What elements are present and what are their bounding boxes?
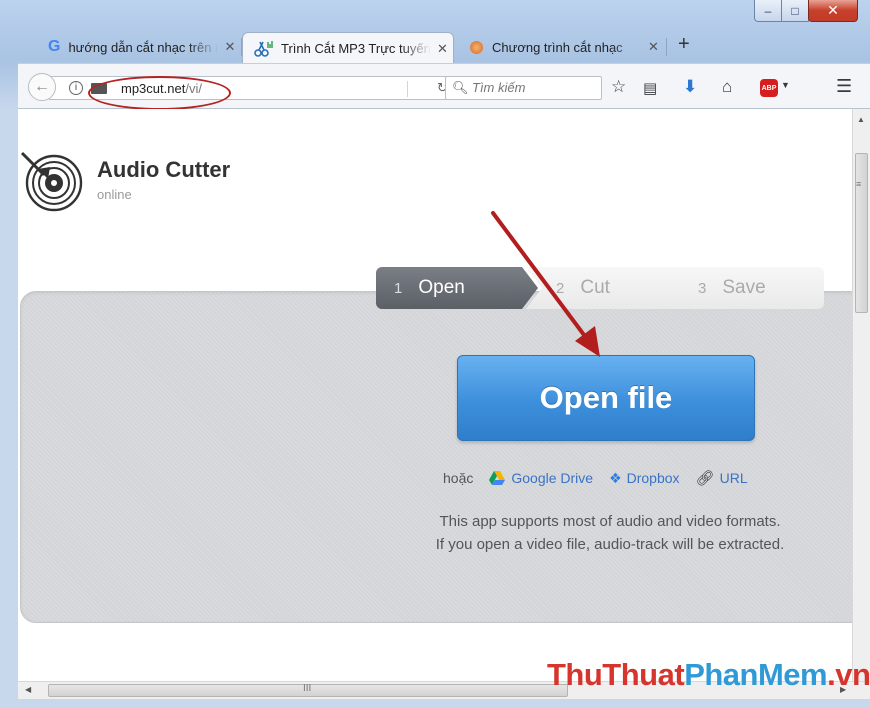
bookmarks-list-icon[interactable]: ▤ xyxy=(643,79,657,97)
support-text-line1: This app supports most of audio and vide… xyxy=(439,513,781,530)
horizontal-scroll-thumb[interactable]: III xyxy=(48,683,568,697)
bookmark-star-icon[interactable]: ☆ xyxy=(611,77,626,97)
search-bar[interactable]: 🔍︎ xyxy=(445,76,602,100)
adblock-icon[interactable]: ABP xyxy=(760,79,778,97)
url-divider xyxy=(407,81,408,97)
google-drive-link[interactable]: Google Drive xyxy=(489,470,593,486)
open-panel xyxy=(20,291,852,623)
tab-close-icon[interactable]: ✕ xyxy=(224,39,235,55)
dropbox-icon: ❖ xyxy=(609,469,622,486)
menu-icon[interactable]: ☰ xyxy=(836,76,852,97)
annotation-arrow xyxy=(491,211,600,357)
dropbox-link[interactable]: ❖ Dropbox xyxy=(609,470,679,487)
link-icon: 🔗︎ xyxy=(695,470,715,487)
tab-close-icon[interactable]: ✕ xyxy=(648,39,659,55)
step-save[interactable]: 3 Save xyxy=(668,267,824,309)
tab-chuong-trinh[interactable]: Chương trình cắt nhạc ✕ xyxy=(460,32,665,62)
step-number: 3 xyxy=(698,279,707,297)
watermark: ThuThuatPhanMem.vn xyxy=(547,657,870,693)
google-drive-label: Google Drive xyxy=(511,470,594,486)
scissors-icon xyxy=(254,40,273,57)
chuong-trinh-icon xyxy=(470,40,483,54)
vertical-scroll-thumb[interactable] xyxy=(855,153,868,313)
url-label: URL xyxy=(719,470,748,486)
scroll-left-icon[interactable]: ◀ xyxy=(25,685,31,694)
chevron-down-icon[interactable]: ▼ xyxy=(781,80,790,90)
info-icon[interactable]: i xyxy=(69,81,83,95)
tab-title: Chương trình cắt nhạc xyxy=(492,39,623,55)
app-title: Audio Cutter xyxy=(97,157,231,182)
download-icon[interactable]: ⬇︎ xyxy=(683,77,697,97)
watermark-part1: ThuThuat xyxy=(547,657,685,692)
tab-title: Trình Cắt MP3 Trực tuyến xyxy=(281,41,431,56)
new-tab-button[interactable]: + xyxy=(678,33,690,56)
close-window-button[interactable]: ✕ xyxy=(808,0,858,22)
google-icon: G xyxy=(48,38,61,55)
tab-separator xyxy=(666,38,667,56)
home-icon[interactable]: ⌂ xyxy=(722,77,732,97)
search-input[interactable] xyxy=(472,80,592,95)
url-link[interactable]: 🔗︎ URL xyxy=(696,469,748,487)
maximize-button[interactable]: □ xyxy=(781,0,809,22)
app-subtitle: online xyxy=(97,187,132,202)
tab-huong-dan[interactable]: G hướng dẫn cắt nhạc trên máy tính ✕ xyxy=(38,32,243,62)
step-number: 1 xyxy=(394,279,403,297)
tab-title: hướng dẫn cắt nhạc trên máy tính xyxy=(68,39,218,55)
scroll-grip-icon: ≡ xyxy=(856,179,862,189)
tab-close-icon[interactable]: ✕ xyxy=(437,41,448,57)
scroll-up-icon[interactable]: ▲ xyxy=(857,115,865,124)
browser-window: – □ ✕ G hướng dẫn cắt nhạc trên máy tính… xyxy=(0,0,870,708)
minimize-button[interactable]: – xyxy=(754,0,782,22)
dropbox-label: Dropbox xyxy=(626,470,680,486)
vertical-scrollbar[interactable]: ▲ ≡ xyxy=(852,109,870,681)
back-button[interactable]: ← xyxy=(28,73,56,101)
google-drive-icon xyxy=(489,471,506,485)
support-text-line2: If you open a video file, audio-track wi… xyxy=(435,536,785,553)
step-label: Save xyxy=(722,277,766,298)
page-viewport: Audio Cutter online 1 Open 2 Cut 3 Save … xyxy=(18,109,852,681)
tab-trinh-cat-mp3[interactable]: Trình Cắt MP3 Trực tuyến ✕ xyxy=(242,32,454,64)
alternative-sources: hoặc Google Drive ❖ Dropbox 🔗︎ URL xyxy=(443,469,748,488)
annotation-ellipse xyxy=(88,76,231,110)
audio-cutter-logo-icon xyxy=(20,151,83,212)
scroll-grip-label: III xyxy=(303,683,312,694)
or-label: hoặc xyxy=(443,470,474,486)
search-icon: 🔍︎ xyxy=(452,80,469,95)
watermark-part2: PhanMem xyxy=(684,657,828,692)
step-label: Open xyxy=(418,277,465,298)
watermark-part3: .vn xyxy=(827,657,870,692)
